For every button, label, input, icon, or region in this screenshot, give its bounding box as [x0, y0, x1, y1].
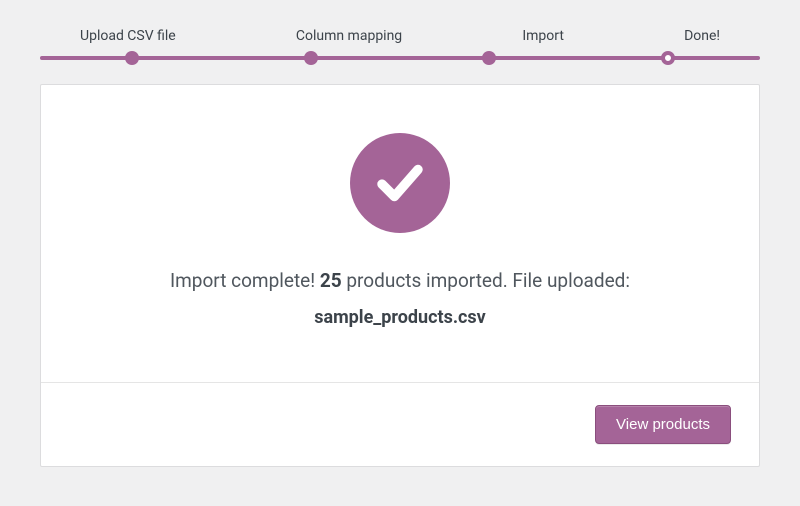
uploaded-filename: sample_products.csv: [81, 303, 719, 334]
import-result-card: Import complete! 25 products imported. F…: [40, 84, 760, 467]
step-mapping-label: Column mapping: [296, 28, 402, 44]
card-footer: View products: [41, 382, 759, 466]
view-products-button[interactable]: View products: [595, 405, 731, 444]
imported-count: 25: [320, 269, 342, 292]
step-dot-upload: [125, 51, 139, 65]
message-prefix: Import complete!: [170, 269, 320, 292]
stepper-track: [40, 56, 760, 60]
step-dot-import: [482, 51, 496, 65]
step-import-label: Import: [522, 28, 564, 44]
step-dot-done: [661, 51, 675, 65]
success-check-icon: [350, 133, 450, 233]
step-done-label: Done!: [684, 28, 720, 44]
import-complete-message: Import complete! 25 products imported. F…: [81, 265, 719, 334]
step-dot-mapping: [304, 51, 318, 65]
step-upload-label: Upload CSV file: [80, 28, 176, 44]
message-mid: products imported. File uploaded:: [342, 269, 630, 292]
progress-stepper: Upload CSV file Column mapping Import Do…: [40, 28, 760, 60]
